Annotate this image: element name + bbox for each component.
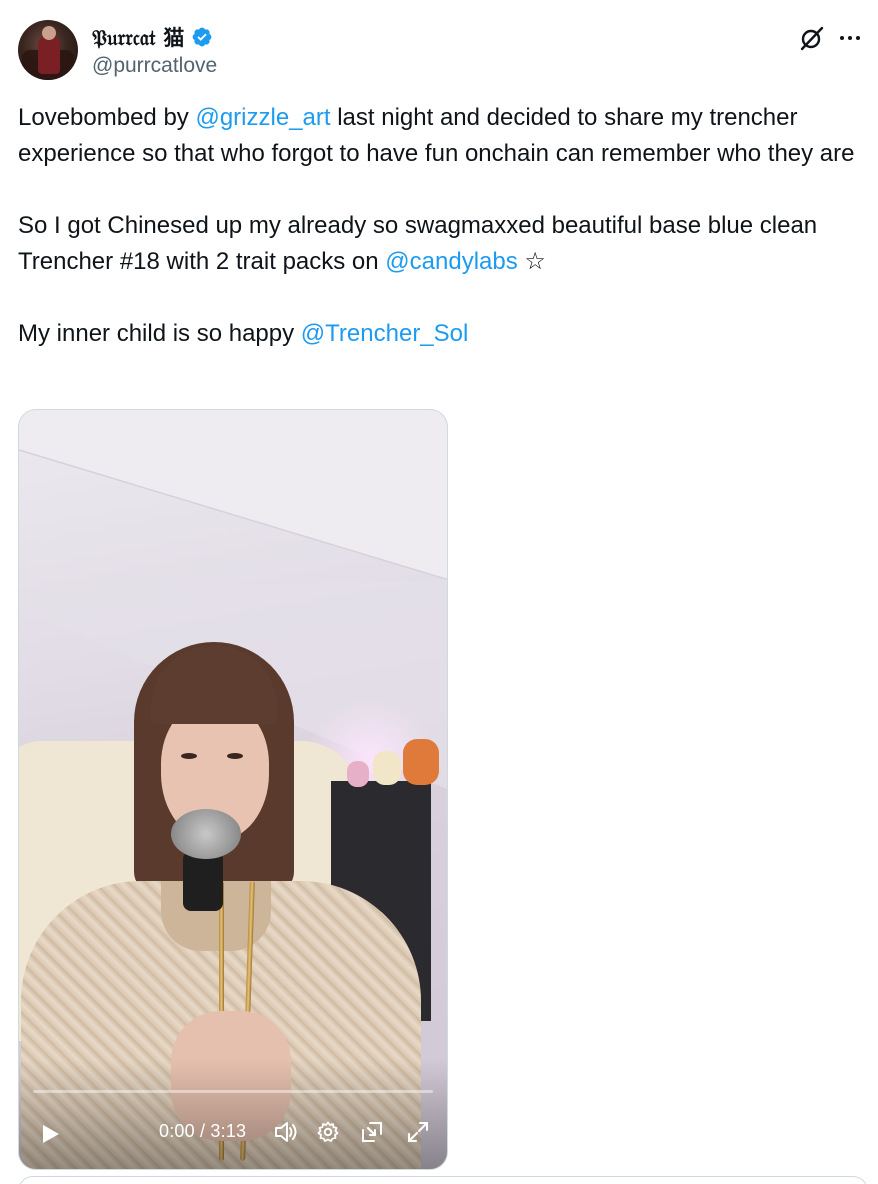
video-mic-body (183, 851, 223, 911)
more-icon-dot (856, 36, 860, 40)
text-run: Lovebombed by (18, 104, 196, 131)
video-eye (181, 753, 197, 759)
settings-icon (317, 1121, 339, 1142)
picture-in-picture-button[interactable] (357, 1117, 387, 1147)
avatar-head (42, 26, 56, 40)
verified-badge-icon (192, 27, 211, 47)
more-icon-dot (848, 36, 852, 40)
video-toy (373, 751, 401, 785)
video-frame (19, 410, 447, 1169)
play-icon (43, 1125, 59, 1143)
name-row: 𝔓𝔲𝔯𝔯𝔠𝔞𝔱 猫 (92, 22, 213, 52)
text-run: ☆ (517, 248, 546, 275)
mention-candylabs[interactable]: @candylabs (385, 248, 517, 275)
volume-button[interactable] (271, 1117, 301, 1147)
grok-icon (800, 26, 824, 51)
tweet-text: Lovebombed by @grizzle_art last night an… (18, 100, 868, 352)
text-run: My inner child is so happy (18, 320, 301, 347)
display-name[interactable]: 𝔓𝔲𝔯𝔯𝔠𝔞𝔱 猫 (92, 22, 185, 52)
grok-button[interactable] (798, 24, 826, 52)
video-progress-bar[interactable] (33, 1090, 433, 1093)
video-player[interactable]: 0:00 / 3:13 (18, 409, 448, 1170)
picture-in-picture-icon (362, 1122, 382, 1142)
volume-icon (275, 1122, 297, 1142)
more-icon-dot (840, 36, 844, 40)
video-eye (227, 753, 243, 759)
avatar-figure (38, 34, 60, 74)
more-button[interactable] (836, 24, 864, 52)
video-toy (347, 761, 369, 787)
tweet-paragraph-2: So I got Chinesed up my already so swagm… (18, 208, 868, 280)
settings-button[interactable] (313, 1117, 343, 1147)
tweet-paragraph-3: My inner child is so happy @Trencher_Sol (18, 316, 868, 352)
video-time: 0:00 / 3:13 (159, 1121, 247, 1141)
mention-grizzle-art[interactable]: @grizzle_art (195, 104, 330, 131)
fullscreen-button[interactable] (403, 1117, 433, 1147)
tweet-paragraph-1: Lovebombed by @grizzle_art last night an… (18, 100, 868, 172)
video-controls: 0:00 / 3:13 (19, 1099, 447, 1169)
mention-trencher-sol[interactable]: @Trencher_Sol (301, 320, 469, 347)
avatar[interactable] (18, 20, 78, 80)
video-toy (403, 739, 439, 785)
tweet-header: 𝔓𝔲𝔯𝔯𝔠𝔞𝔱 猫 @purrcatlove (18, 20, 868, 84)
handle[interactable]: @purrcatlove (92, 54, 217, 78)
quoted-card-edge (18, 1176, 868, 1184)
video-mic-windscreen (171, 809, 241, 859)
fullscreen-icon (408, 1122, 428, 1142)
play-button[interactable] (35, 1119, 65, 1149)
